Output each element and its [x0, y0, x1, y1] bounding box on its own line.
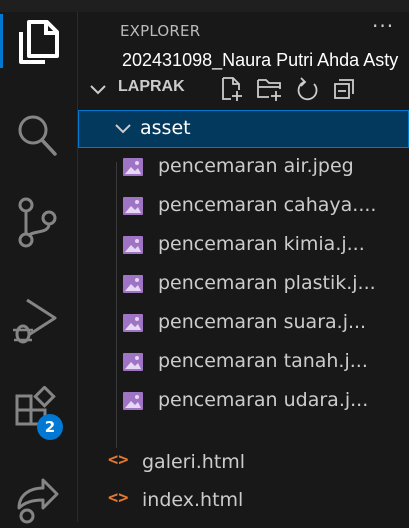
new-folder-icon[interactable] [256, 76, 284, 102]
folder-label: asset [140, 117, 191, 139]
activity-explorer[interactable] [0, 12, 78, 74]
chevron-down-icon [115, 124, 131, 134]
file-row[interactable]: pencemaran udara.j... [78, 382, 409, 420]
html-file-icon: <> [108, 488, 129, 508]
file-label: index.html [142, 489, 244, 511]
image-file-icon [123, 275, 143, 293]
activity-extensions[interactable]: 2 [0, 380, 78, 442]
file-label: pencemaran plastik.j... [158, 272, 376, 294]
file-row-galeri[interactable]: <> galeri.html [78, 444, 409, 482]
activity-remote[interactable] [0, 466, 78, 528]
refresh-icon[interactable] [296, 76, 320, 102]
activity-source-control[interactable] [0, 190, 78, 252]
explorer-title: EXPLORER [120, 22, 201, 40]
new-file-icon[interactable] [220, 76, 244, 102]
search-icon [18, 115, 57, 156]
extensions-badge: 2 [37, 414, 63, 440]
image-file-icon [123, 353, 143, 371]
file-row[interactable]: pencemaran suara.j... [78, 304, 409, 342]
file-label: pencemaran tanah.j... [158, 350, 368, 372]
workspace-section-header[interactable]: LAPRAK [78, 74, 409, 104]
activity-bar: 2 [0, 12, 78, 524]
workspace-tooltip: 202431098_Naura Putri Ahda Asty [122, 50, 399, 70]
more-actions-button[interactable]: ··· [372, 14, 394, 38]
source-control-icon [18, 197, 57, 248]
file-label: pencemaran cahaya.... [158, 194, 377, 216]
explorer-sidebar: EXPLORER ··· LAPRAK asset pencemaran air… [78, 12, 409, 522]
collapse-all-icon[interactable] [332, 76, 356, 102]
image-file-icon [123, 314, 143, 332]
run-debug-icon [13, 298, 57, 344]
activity-search[interactable] [0, 104, 78, 166]
file-row[interactable]: pencemaran air.jpeg [78, 148, 409, 186]
workspace-title: LAPRAK [118, 78, 185, 95]
file-row[interactable]: pencemaran plastik.j... [78, 265, 409, 303]
image-file-icon [123, 197, 143, 215]
html-file-icon: <> [108, 450, 129, 470]
remote-share-icon [17, 478, 59, 524]
file-row-index[interactable]: <> index.html [78, 482, 409, 520]
file-label: pencemaran kimia.j... [158, 233, 365, 255]
activity-run-debug[interactable] [0, 288, 78, 350]
folder-asset[interactable]: asset [78, 110, 409, 148]
file-row[interactable]: pencemaran tanah.j... [78, 343, 409, 381]
chevron-down-icon [90, 85, 106, 95]
title-bar [0, 0, 409, 12]
file-label: pencemaran suara.j... [158, 311, 367, 333]
files-icon [19, 20, 59, 64]
file-label: pencemaran udara.j... [158, 389, 369, 411]
file-row[interactable]: pencemaran cahaya.... [78, 187, 409, 225]
image-file-icon [123, 236, 143, 254]
image-file-icon [123, 392, 143, 410]
image-file-icon [123, 158, 143, 176]
file-label: pencemaran air.jpeg [158, 155, 354, 177]
file-row[interactable]: pencemaran kimia.j... [78, 226, 409, 264]
file-label: galeri.html [142, 451, 246, 473]
